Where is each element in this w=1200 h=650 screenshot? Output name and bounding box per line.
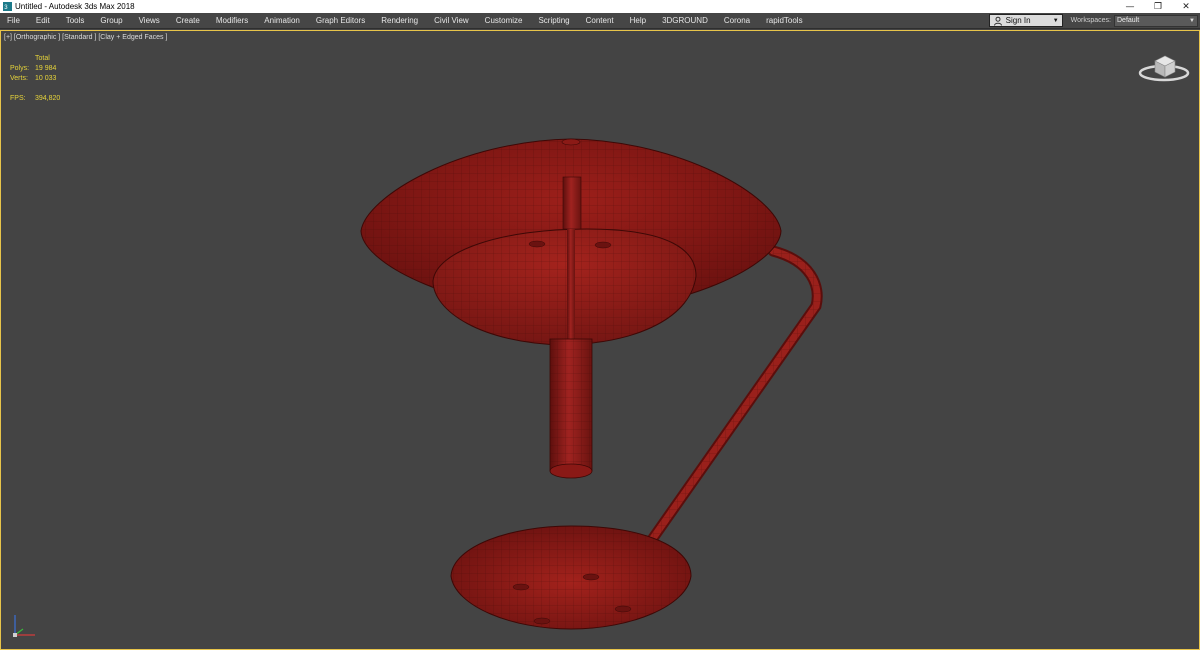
menu-item-3dground[interactable]: 3DGROUND	[654, 13, 716, 29]
menu-item-graph-editors[interactable]: Graph Editors	[308, 13, 373, 29]
menu-item-scripting[interactable]: Scripting	[530, 13, 577, 29]
menu-item-corona[interactable]: Corona	[716, 13, 758, 29]
fps-value: 394,820	[35, 95, 61, 102]
menu-item-group[interactable]: Group	[92, 13, 130, 29]
menu-bar: File Edit Tools Group Views Create Modifiers An…	[0, 13, 1200, 29]
sign-in-label: Sign In	[1005, 16, 1031, 25]
minimize-button[interactable]: —	[1116, 0, 1144, 13]
axis-tripod-icon	[9, 611, 41, 641]
menu-item-customize[interactable]: Customize	[477, 13, 531, 29]
stats-header: Total	[35, 55, 50, 62]
menu-item-help[interactable]: Help	[622, 13, 654, 29]
lamp-model[interactable]	[341, 101, 841, 631]
menu-item-edit[interactable]: Edit	[28, 13, 58, 29]
user-icon	[993, 16, 1003, 26]
verts-value: 10 033	[35, 75, 57, 82]
workspaces-label: Workspaces:	[1070, 17, 1111, 24]
polys-label: Polys:	[10, 65, 30, 72]
fps-label: FPS:	[10, 95, 26, 102]
window-title: Untitled - Autodesk 3ds Max 2018	[15, 2, 135, 11]
menu-item-modifiers[interactable]: Modifiers	[208, 13, 256, 29]
workspaces-select[interactable]: Default ▼	[1114, 14, 1198, 27]
menu-item-tools[interactable]: Tools	[58, 13, 93, 29]
menu-item-views[interactable]: Views	[131, 13, 168, 29]
menu-item-civil-view[interactable]: Civil View	[426, 13, 477, 29]
3ds-max-app-icon: 3	[3, 2, 12, 11]
verts-label: Verts:	[10, 75, 28, 82]
main-menu: File Edit Tools Group Views Create Modifiers An…	[0, 13, 989, 29]
restore-button[interactable]: ❐	[1144, 0, 1172, 13]
close-button[interactable]: ✕	[1172, 0, 1200, 13]
menu-item-file[interactable]: File	[0, 13, 28, 29]
chevron-down-icon: ▼	[1189, 17, 1195, 24]
statistics-overlay: Total Polys: 19 984 Verts: 10 033 FPS: 3…	[10, 54, 75, 104]
title-bar: 3 Untitled - Autodesk 3ds Max 2018 — ❐ ✕	[0, 0, 1200, 13]
viewport-label-menu[interactable]: [+] [Orthographic ] [Standard ] [Clay + …	[4, 34, 167, 41]
menu-item-rapidtools[interactable]: rapidTools	[758, 13, 810, 29]
chevron-down-icon: ▼	[1052, 18, 1059, 24]
menu-item-animation[interactable]: Animation	[256, 13, 308, 29]
menu-item-content[interactable]: Content	[578, 13, 622, 29]
menu-item-rendering[interactable]: Rendering	[373, 13, 426, 29]
viewcube-icon[interactable]	[1137, 49, 1191, 83]
viewport-orthographic[interactable]: [+] [Orthographic ] [Standard ] [Clay + …	[0, 30, 1200, 650]
sign-in-dropdown[interactable]: Sign In ▼	[988, 14, 1063, 27]
polys-value: 19 984	[35, 65, 57, 72]
workspaces-value: Default	[1117, 17, 1140, 24]
menu-item-create[interactable]: Create	[168, 13, 208, 29]
